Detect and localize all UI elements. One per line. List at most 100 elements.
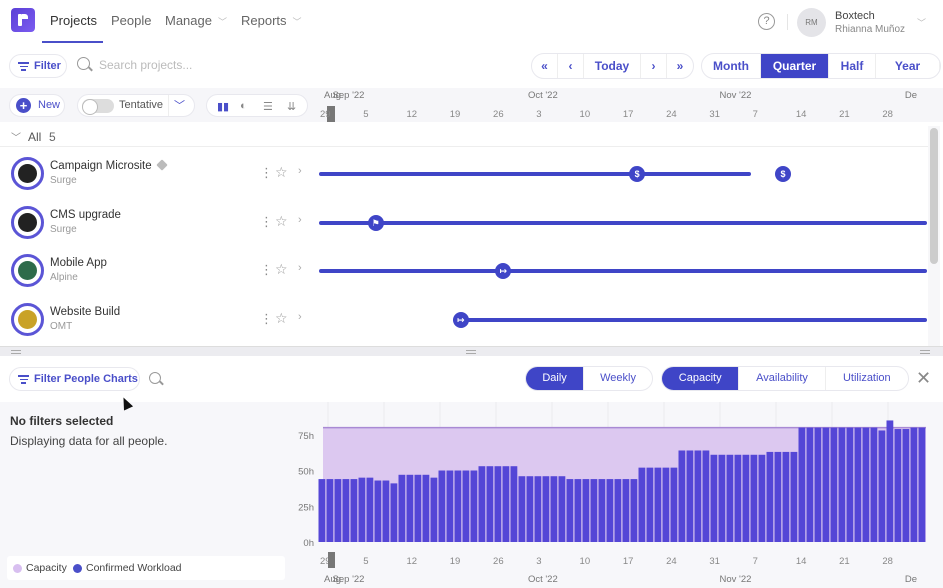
project-name[interactable]: Website Build xyxy=(50,306,120,318)
workload-bar xyxy=(902,429,910,542)
chevron-right-icon[interactable]: › xyxy=(298,262,302,274)
metric-availability-button[interactable]: Availability xyxy=(739,367,826,390)
more-options-icon[interactable]: ⋮ xyxy=(260,215,273,228)
drag-handle-icon[interactable] xyxy=(11,350,21,354)
jump-back-button[interactable]: « xyxy=(532,54,558,78)
workload-bar xyxy=(398,474,406,542)
chevron-right-icon[interactable]: › xyxy=(298,311,302,323)
star-icon[interactable]: ☆ xyxy=(275,261,288,278)
more-options-icon[interactable]: ⋮ xyxy=(260,166,273,179)
project-row[interactable]: Website Build OMT ⋮ ☆ › xyxy=(0,296,318,344)
project-name[interactable]: CMS upgrade xyxy=(50,209,121,221)
milestone-marker[interactable]: ↦ xyxy=(495,263,512,279)
interval-weekly-button[interactable]: Weekly xyxy=(584,367,652,390)
project-name[interactable]: Campaign Microsite xyxy=(50,159,168,172)
group-count: 5 xyxy=(49,130,56,144)
project-timeline-bar[interactable] xyxy=(452,317,927,322)
star-icon[interactable]: ☆ xyxy=(275,213,288,230)
workload-bar xyxy=(750,454,758,542)
sort-icon[interactable]: ⇊ xyxy=(287,100,296,113)
chevron-right-icon[interactable]: › xyxy=(298,214,302,226)
x-tick-label: 14 xyxy=(796,556,807,567)
range-year-button[interactable]: Year xyxy=(876,54,940,78)
workload-bar xyxy=(566,479,574,542)
nav-tab-people[interactable]: People xyxy=(111,13,151,28)
star-icon[interactable]: ☆ xyxy=(275,310,288,327)
user-menu-chevron-icon[interactable]: ﹀ xyxy=(917,16,926,29)
workload-bar xyxy=(838,427,846,542)
chevron-right-icon[interactable]: › xyxy=(298,165,302,177)
star-icon[interactable]: ☆ xyxy=(275,164,288,181)
help-icon[interactable]: ? xyxy=(758,13,775,30)
new-project-button[interactable]: + New xyxy=(9,94,65,117)
project-row[interactable]: Mobile App Alpine ⋮ ☆ › xyxy=(0,247,318,295)
drag-handle-icon[interactable] xyxy=(920,350,930,354)
metric-capacity-button[interactable]: Capacity xyxy=(662,367,740,390)
filter-people-label: Filter People Charts xyxy=(34,373,138,385)
week-tick-label: 7 xyxy=(752,109,758,120)
bar-chart-icon[interactable]: ▮▮ xyxy=(217,100,229,113)
project-timeline-bar[interactable] xyxy=(319,172,751,176)
milestone-marker[interactable]: $ xyxy=(775,166,791,182)
metric-utilization-button[interactable]: Utilization xyxy=(826,367,908,390)
workload-bar xyxy=(774,451,782,542)
interval-daily-button[interactable]: Daily xyxy=(526,367,585,390)
scrollbar-thumb[interactable] xyxy=(930,128,938,264)
next-button[interactable]: › xyxy=(641,54,667,78)
project-row[interactable]: CMS upgrade Surge ⋮ ☆ › xyxy=(0,199,318,247)
drag-handle-icon[interactable] xyxy=(466,350,476,354)
workload-bar xyxy=(326,479,334,542)
workload-bar xyxy=(886,420,894,542)
workload-bar xyxy=(558,476,566,542)
group-header-all[interactable]: ﹀ All 5 xyxy=(0,126,318,146)
x-tick-label: 7 xyxy=(753,556,758,567)
more-options-icon[interactable]: ⋮ xyxy=(260,263,273,276)
tag-icon xyxy=(155,159,168,171)
vertical-scrollbar[interactable] xyxy=(928,126,940,346)
project-row[interactable]: Campaign Microsite Surge ⋮ ☆ › xyxy=(0,150,318,198)
workload-bar xyxy=(470,470,478,542)
nav-tab-projects[interactable]: Projects xyxy=(50,13,97,28)
today-button[interactable]: Today xyxy=(584,54,641,78)
close-icon[interactable]: ✕ xyxy=(916,368,931,389)
metric-selector: Capacity Availability Utilization xyxy=(661,366,909,391)
tentative-dropdown-chevron-icon[interactable]: ﹀ xyxy=(174,97,185,113)
milestone-marker[interactable]: ↦ xyxy=(452,311,469,328)
search-projects-input[interactable] xyxy=(99,58,279,72)
jump-forward-button[interactable]: » xyxy=(667,54,693,78)
workload-bar xyxy=(894,429,902,542)
milestone-marker[interactable]: ⚑ xyxy=(367,214,384,231)
y-tick-label: 25h xyxy=(298,502,314,513)
range-selector: Month Quarter Half Year xyxy=(701,53,941,79)
week-tick-label: 19 xyxy=(449,109,461,120)
nav-tab-manage[interactable]: Manage ﹀ xyxy=(165,13,227,28)
x-tick-label: 3 xyxy=(536,556,541,567)
more-options-icon[interactable]: ⋮ xyxy=(260,312,273,325)
range-month-button[interactable]: Month xyxy=(702,54,761,78)
tentative-toggle[interactable] xyxy=(82,99,114,115)
workload-bar xyxy=(822,427,830,542)
list-icon[interactable]: ☰ xyxy=(263,100,273,113)
search-icon[interactable] xyxy=(77,57,90,70)
x-tick-label: 5 xyxy=(363,556,368,567)
project-timeline-bar[interactable] xyxy=(319,220,927,225)
filter-people-charts-button[interactable]: Filter People Charts xyxy=(9,367,140,391)
workload-bar xyxy=(862,427,870,542)
nav-tab-reports[interactable]: Reports ﹀ xyxy=(241,13,302,28)
milestone-marker[interactable]: $ xyxy=(629,166,646,182)
search-icon[interactable] xyxy=(149,372,161,384)
filter-button[interactable]: Filter xyxy=(9,54,67,78)
user-avatar[interactable]: RM xyxy=(797,8,826,37)
app-logo[interactable] xyxy=(11,8,35,32)
workload-bar xyxy=(454,470,462,542)
range-quarter-button[interactable]: Quarter xyxy=(761,54,829,78)
project-timeline-bar[interactable] xyxy=(319,269,927,273)
range-half-button[interactable]: Half xyxy=(829,54,876,78)
no-filters-subtitle: Displaying data for all people. xyxy=(10,434,168,448)
pane-splitter[interactable] xyxy=(0,346,943,356)
toggle-icon[interactable]: ◐ xyxy=(240,100,247,112)
workload-bar xyxy=(542,476,550,542)
previous-button[interactable]: ‹ xyxy=(558,54,584,78)
project-name[interactable]: Mobile App xyxy=(50,257,107,269)
project-client: Surge xyxy=(50,223,77,235)
